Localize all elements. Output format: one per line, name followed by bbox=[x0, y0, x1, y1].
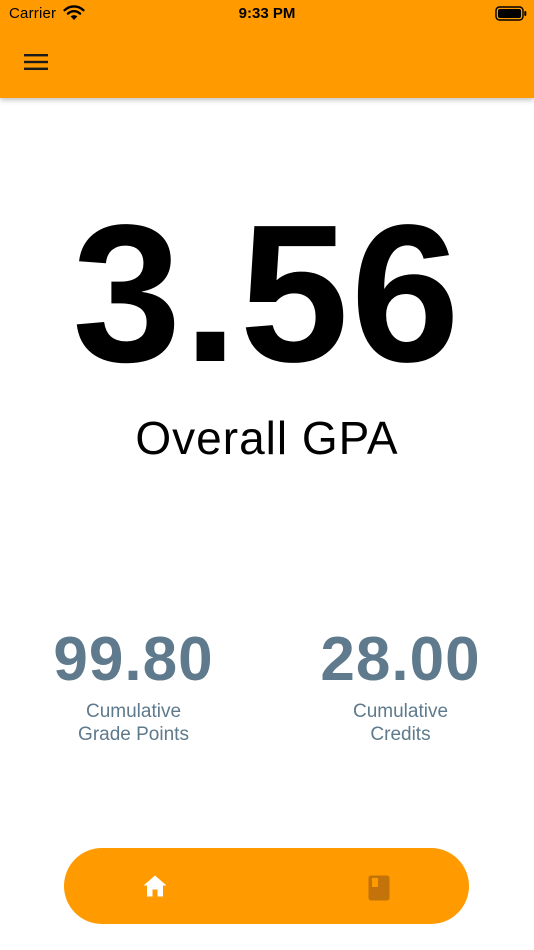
grade-points-caption-line2: Grade Points bbox=[78, 724, 189, 745]
gpa-screen: Carrier 9:33 PM 3.56 Overall GPA 99.80 C… bbox=[0, 0, 534, 950]
status-time: 9:33 PM bbox=[238, 5, 296, 22]
credits-value: 28.00 bbox=[320, 625, 481, 694]
credits-caption: Cumulative Credits bbox=[267, 700, 534, 746]
menu-button[interactable] bbox=[20, 48, 52, 76]
credits-caption-line1: Cumulative bbox=[352, 701, 449, 722]
book-icon[interactable] bbox=[368, 875, 390, 901]
app-header: Carrier 9:33 PM bbox=[0, 0, 534, 98]
credits-caption-line2: Credits bbox=[370, 724, 431, 745]
home-icon[interactable] bbox=[142, 874, 168, 898]
hamburger-menu-icon bbox=[24, 54, 48, 70]
gpa-label: Overall GPA bbox=[135, 412, 399, 464]
grade-points-caption: Cumulative Grade Points bbox=[0, 700, 267, 746]
gpa-value: 3.56 bbox=[72, 184, 462, 403]
bottom-navigation bbox=[64, 848, 469, 924]
grade-points-caption-line1: Cumulative bbox=[85, 701, 182, 722]
grade-points-value: 99.80 bbox=[53, 625, 214, 694]
status-bar: Carrier 9:33 PM bbox=[0, 0, 534, 28]
battery-icon bbox=[495, 6, 527, 21]
grade-points-stat: 99.80 Cumulative Grade Points bbox=[0, 626, 267, 746]
credits-stat: 28.00 Cumulative Credits bbox=[267, 626, 534, 746]
